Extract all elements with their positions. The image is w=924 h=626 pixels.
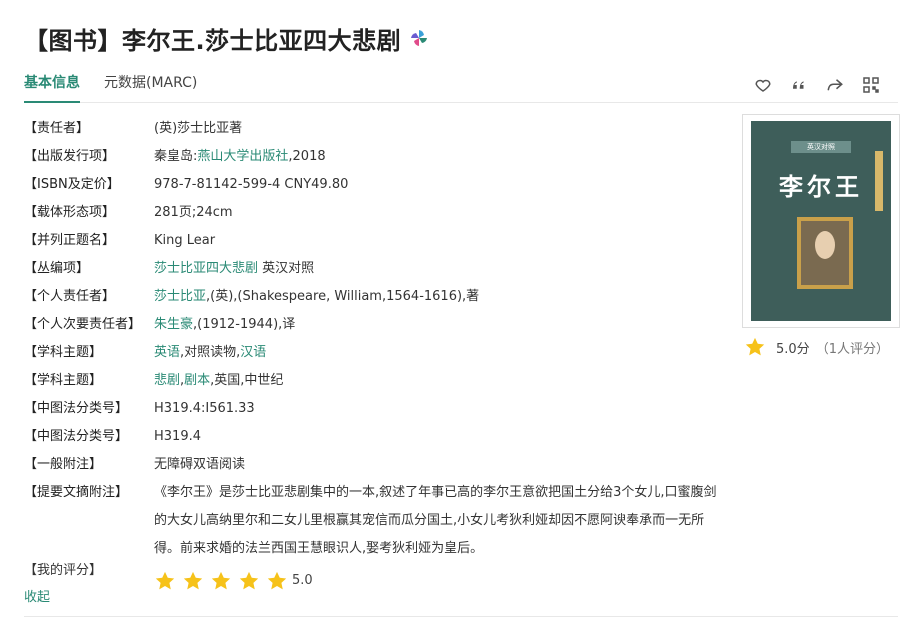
field-label: 【并列正题名】 (24, 233, 116, 248)
field-personal: 【个人责任者】 莎士比亚,(英),(Shakespeare, William,1… (24, 283, 724, 311)
field-clc-1: 【中图法分类号】 H319.4:I561.33 (24, 395, 724, 423)
field-value: (英)莎士比亚著 (154, 121, 243, 136)
my-rating-score: 5.0 (292, 573, 313, 588)
cover-portrait (797, 217, 853, 289)
series-link[interactable]: 莎士比亚四大悲剧 (154, 261, 258, 276)
divider (24, 616, 898, 617)
star-icon[interactable] (238, 570, 260, 592)
share-icon[interactable] (824, 74, 846, 96)
field-label: 【个人责任者】 (24, 289, 116, 304)
field-label: 【提要文摘附注】 (24, 485, 129, 500)
field-label: 【丛编项】 (24, 261, 90, 276)
field-label: 【个人次要责任者】 (24, 317, 142, 332)
heart-icon[interactable] (752, 74, 774, 96)
publisher-place: 秦皇岛: (154, 149, 198, 164)
field-value: King Lear (154, 233, 216, 248)
subject-text: ,对照读物, (180, 345, 241, 360)
field-label: 【学科主题】 (24, 345, 103, 360)
star-icon[interactable] (182, 570, 204, 592)
tab-marc[interactable]: 元数据(MARC) (104, 72, 197, 92)
field-label: 【责任者】 (24, 121, 90, 136)
book-rating: 5.0分 （1人评分） (744, 336, 889, 358)
field-isbn: 【ISBN及定价】 978-7-81142-599-4 CNY49.80 (24, 171, 724, 199)
field-subject-2: 【学科主题】 悲剧,剧本,英国,中世纪 (24, 367, 724, 395)
publisher-link[interactable]: 燕山大学出版社 (197, 149, 288, 164)
star-icon[interactable] (266, 570, 288, 592)
subject-link[interactable]: 悲剧 (154, 373, 180, 388)
field-value: 悲剧,剧本,英国,中世纪 (154, 367, 724, 395)
series-suffix: 英汉对照 (258, 261, 315, 276)
field-label: 【学科主题】 (24, 373, 103, 388)
author-detail: ,(英),(Shakespeare, William,1564-1616),著 (206, 289, 480, 304)
cover-image: 英汉对照 李尔王 (751, 121, 891, 321)
book-info-list: 【责任者】 (英)莎士比亚著 【出版发行项】 秦皇岛:燕山大学出版社,2018 … (24, 115, 724, 591)
field-secondary: 【个人次要责任者】 朱生豪,(1912-1944),译 (24, 311, 724, 339)
book-rating-score: 5.0分 (776, 341, 810, 357)
field-parallel-title: 【并列正题名】 King Lear (24, 227, 724, 255)
field-label: 【一般附注】 (24, 457, 103, 472)
cover-series: 英汉对照 (791, 141, 851, 153)
field-abstract: 【提要文摘附注】 《李尔王》是莎士比亚悲剧集中的一本,叙述了年事已高的李尔王意欲… (24, 479, 724, 563)
field-value: 978-7-81142-599-4 CNY49.80 (154, 177, 349, 192)
subject-link[interactable]: 英语 (154, 345, 180, 360)
star-icon (744, 336, 766, 358)
field-value: H319.4:I561.33 (154, 401, 255, 416)
quote-icon[interactable] (788, 74, 810, 96)
star-icon[interactable] (154, 570, 176, 592)
field-value: H319.4 (154, 429, 201, 444)
field-clc-2: 【中图法分类号】 H319.4 (24, 423, 724, 451)
field-responsible: 【责任者】 (英)莎士比亚著 (24, 115, 724, 143)
subject-link[interactable]: 剧本 (184, 373, 210, 388)
field-value: 秦皇岛:燕山大学出版社,2018 (154, 143, 724, 171)
field-label: 【中图法分类号】 (24, 401, 129, 416)
active-tab-indicator (24, 101, 80, 103)
field-label: 【中图法分类号】 (24, 429, 129, 444)
cover-spine-mark (875, 151, 883, 211)
translator-detail: ,(1912-1944),译 (193, 317, 296, 332)
field-label: 【我的评分】 (24, 563, 103, 578)
field-value: 《李尔王》是莎士比亚悲剧集中的一本,叙述了年事已高的李尔王意欲把国土分给3个女儿… (154, 485, 717, 556)
pinwheel-icon (409, 28, 429, 48)
tab-basic-info[interactable]: 基本信息 (24, 72, 80, 92)
field-value: 朱生豪,(1912-1944),译 (154, 311, 724, 339)
title-row: 【图书】李尔王.莎士比亚四大悲剧 (24, 18, 429, 58)
tab-bar: 基本信息 元数据(MARC) (24, 64, 898, 103)
field-value: 莎士比亚四大悲剧 英汉对照 (154, 255, 724, 283)
book-cover[interactable]: 英汉对照 李尔王 (742, 114, 900, 328)
field-publisher: 【出版发行项】 秦皇岛:燕山大学出版社,2018 (24, 143, 724, 171)
field-note: 【一般附注】 无障碍双语阅读 (24, 451, 724, 479)
star-icon[interactable] (210, 570, 232, 592)
my-rating-row: 【我的评分】 5.0 (24, 563, 724, 591)
field-value: 英语,对照读物,汉语 (154, 339, 724, 367)
action-bar (752, 74, 882, 96)
field-label: 【载体形态项】 (24, 205, 116, 220)
author-link[interactable]: 莎士比亚 (154, 289, 206, 304)
qrcode-icon[interactable] (860, 74, 882, 96)
publisher-year: ,2018 (288, 149, 326, 164)
subject-link[interactable]: 汉语 (240, 345, 266, 360)
subject-text: ,英国,中世纪 (210, 373, 284, 388)
portrait-face (815, 231, 835, 259)
field-physical: 【载体形态项】 281页;24cm (24, 199, 724, 227)
field-subject-1: 【学科主题】 英语,对照读物,汉语 (24, 339, 724, 367)
book-rating-count: （1人评分） (815, 341, 889, 357)
page-title: 【图书】李尔王.莎士比亚四大悲剧 (24, 26, 402, 55)
field-value: 莎士比亚,(英),(Shakespeare, William,1564-1616… (154, 283, 724, 311)
field-value: 无障碍双语阅读 (154, 457, 246, 472)
translator-link[interactable]: 朱生豪 (154, 317, 193, 332)
field-series: 【丛编项】 莎士比亚四大悲剧 英汉对照 (24, 255, 724, 283)
my-rating-stars[interactable]: 5.0 (154, 567, 313, 595)
field-value: 281页;24cm (154, 205, 233, 220)
cover-title: 李尔王 (779, 172, 863, 201)
field-label: 【ISBN及定价】 (24, 177, 120, 192)
collapse-link[interactable]: 收起 (24, 586, 50, 605)
field-label: 【出版发行项】 (24, 149, 116, 164)
